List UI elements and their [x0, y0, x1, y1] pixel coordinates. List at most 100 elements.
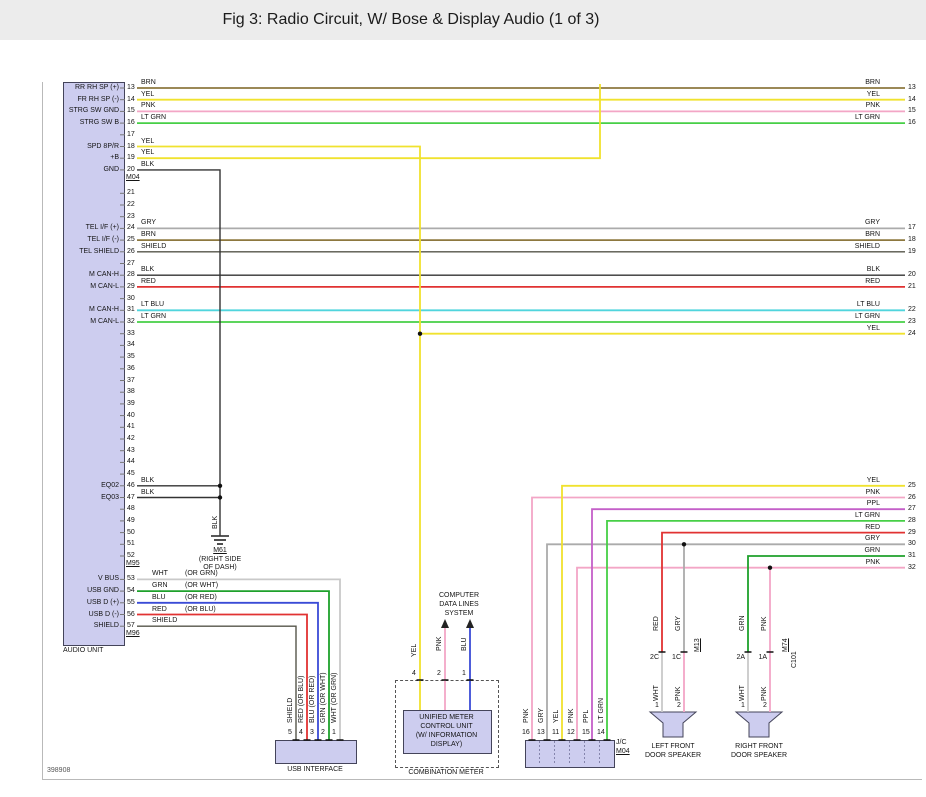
wire-color-label: YEL	[830, 325, 880, 333]
audio-pin-name: FR RH SP (-)	[45, 96, 119, 104]
audio-pin-name: M CAN-H	[45, 271, 119, 279]
audio-pin-number: 44	[127, 458, 135, 466]
audio-pin-number: 47	[127, 494, 135, 502]
audio-pin-name: EQ03	[45, 494, 119, 502]
wire-color-label: GRY	[830, 535, 880, 543]
audio-pin-number: 31	[127, 306, 135, 314]
audio-pin-number: 51	[127, 540, 135, 548]
audio-pin-name: M CAN-H	[45, 306, 119, 314]
wire-color-label: RED	[141, 278, 156, 286]
connector-label-m04: M04	[126, 174, 140, 182]
audio-pin-number: 18	[127, 143, 135, 151]
wire-color-label: RED	[653, 616, 661, 631]
wire-color-alt-label: (OR RED)	[185, 594, 217, 602]
audio-pin-name: GND	[45, 166, 119, 174]
audio-pin-name: STRG SW B	[45, 119, 119, 127]
wire-color-label: YEL	[141, 138, 154, 146]
wire-color-label: LT BLU	[141, 301, 164, 309]
audio-pin-number: 27	[127, 260, 135, 268]
wire-color-alt-label: (OR BLU)	[185, 606, 216, 614]
audio-pin-number: 46	[127, 482, 135, 490]
unified-meter-label-line: DISPLAY)	[403, 741, 490, 749]
speaker-connector-pin-number: 2A	[732, 654, 745, 662]
audio-pin-number: 54	[127, 587, 135, 595]
wire-color-label: BLK	[141, 266, 154, 274]
audio-pin-number: 49	[127, 517, 135, 525]
speaker-name-line: DOOR SPEAKER	[638, 752, 708, 760]
audio-pin-number: 22	[127, 201, 135, 209]
right-pin-number: 19	[908, 248, 916, 256]
audio-pin-name: TEL I/F (-)	[45, 236, 119, 244]
wire-color-label: BRN	[141, 231, 156, 239]
usb-pin-number: 2	[321, 729, 325, 737]
wire-color-label: GRN	[152, 582, 168, 590]
right-pin-number: 28	[908, 517, 916, 525]
audio-pin-number: 25	[127, 236, 135, 244]
wire-color-label: PPL	[583, 710, 591, 723]
right-pin-number: 24	[908, 330, 916, 338]
wire-color-label: PNK	[675, 687, 683, 701]
audio-pin-name: USB GND	[45, 587, 119, 595]
wire-color-label: WHT	[152, 570, 168, 578]
wire-color-label: RED	[152, 606, 167, 614]
wire-color-label: GRY	[141, 219, 156, 227]
wire-color-label: SHIELD	[287, 698, 295, 723]
computer-data-lines-label-line: COMPUTER	[425, 592, 493, 600]
audio-pin-number: 28	[127, 271, 135, 279]
wire-color-label: YEL	[553, 710, 561, 723]
wire-color-label: SHIELD	[830, 243, 880, 251]
audio-pin-number: 15	[127, 107, 135, 115]
wiring-diagram-page: AUDIO UNIT USB INTERFACE COMBINATION MET…	[0, 0, 926, 797]
meter-pin-number: 4	[412, 670, 416, 678]
audio-pin-number: 38	[127, 388, 135, 396]
right-pin-number: 16	[908, 119, 916, 127]
wire-color-label: LT GRN	[141, 114, 166, 122]
audio-pin-number: 39	[127, 400, 135, 408]
audio-pin-number: 32	[127, 318, 135, 326]
audio-pin-number: 34	[127, 341, 135, 349]
wire-color-label: BRN	[141, 79, 156, 87]
right-pin-number: 31	[908, 552, 916, 560]
audio-pin-name: M CAN-L	[45, 318, 119, 326]
audio-pin-number: 26	[127, 248, 135, 256]
wire-color-label: GRN (OR WHT)	[320, 672, 328, 723]
audio-pin-number: 36	[127, 365, 135, 373]
wire-color-label: PNK	[436, 637, 444, 651]
speaker-connector-pin-number: 2C	[646, 654, 659, 662]
audio-pin-number: 42	[127, 435, 135, 443]
audio-pin-number: 14	[127, 96, 135, 104]
audio-pin-number: 43	[127, 447, 135, 455]
speaker-connector-pin-number: 1A	[754, 654, 767, 662]
computer-data-lines-label-line: DATA LINES	[425, 601, 493, 609]
audio-pin-number: 23	[127, 213, 135, 221]
audio-pin-number: 33	[127, 330, 135, 338]
figure-title: Fig 3: Radio Circuit, W/ Bose & Display …	[0, 0, 926, 40]
right-pin-number: 15	[908, 107, 916, 115]
audio-pin-number: 19	[127, 154, 135, 162]
jc-pin-number: 11	[552, 729, 559, 737]
audio-pin-number: 53	[127, 575, 135, 583]
wire-color-label: BLK	[830, 266, 880, 274]
wire-color-label: PNK	[761, 617, 769, 631]
jc-pin-number: 13	[537, 729, 545, 737]
unified-meter-label-line: CONTROL UNIT	[403, 723, 490, 731]
audio-pin-name: RR RH SP (+)	[45, 84, 119, 92]
audio-pin-name: TEL SHIELD	[45, 248, 119, 256]
usb-pin-number: 5	[288, 729, 292, 737]
wire-color-label: LT GRN	[830, 313, 880, 321]
wire-color-label: PNK	[141, 102, 155, 110]
jc-pin-number: 14	[597, 729, 605, 737]
audio-pin-number: 56	[127, 611, 135, 619]
speaker-connector-id: C101	[791, 651, 799, 668]
right-pin-number: 18	[908, 236, 916, 244]
audio-pin-number: 37	[127, 377, 135, 385]
title-bar: Fig 3: Radio Circuit, W/ Bose & Display …	[0, 0, 926, 40]
audio-pin-number: 48	[127, 505, 135, 513]
audio-pin-name: EQ02	[45, 482, 119, 490]
usb-pin-number: 3	[310, 729, 314, 737]
speaker-name-line: RIGHT FRONT	[724, 743, 794, 751]
wire-color-label: YEL	[141, 91, 154, 99]
wire-color-label: BLK	[212, 516, 220, 529]
right-pin-number: 29	[908, 529, 916, 537]
audio-pin-name: USB D (+)	[45, 599, 119, 607]
